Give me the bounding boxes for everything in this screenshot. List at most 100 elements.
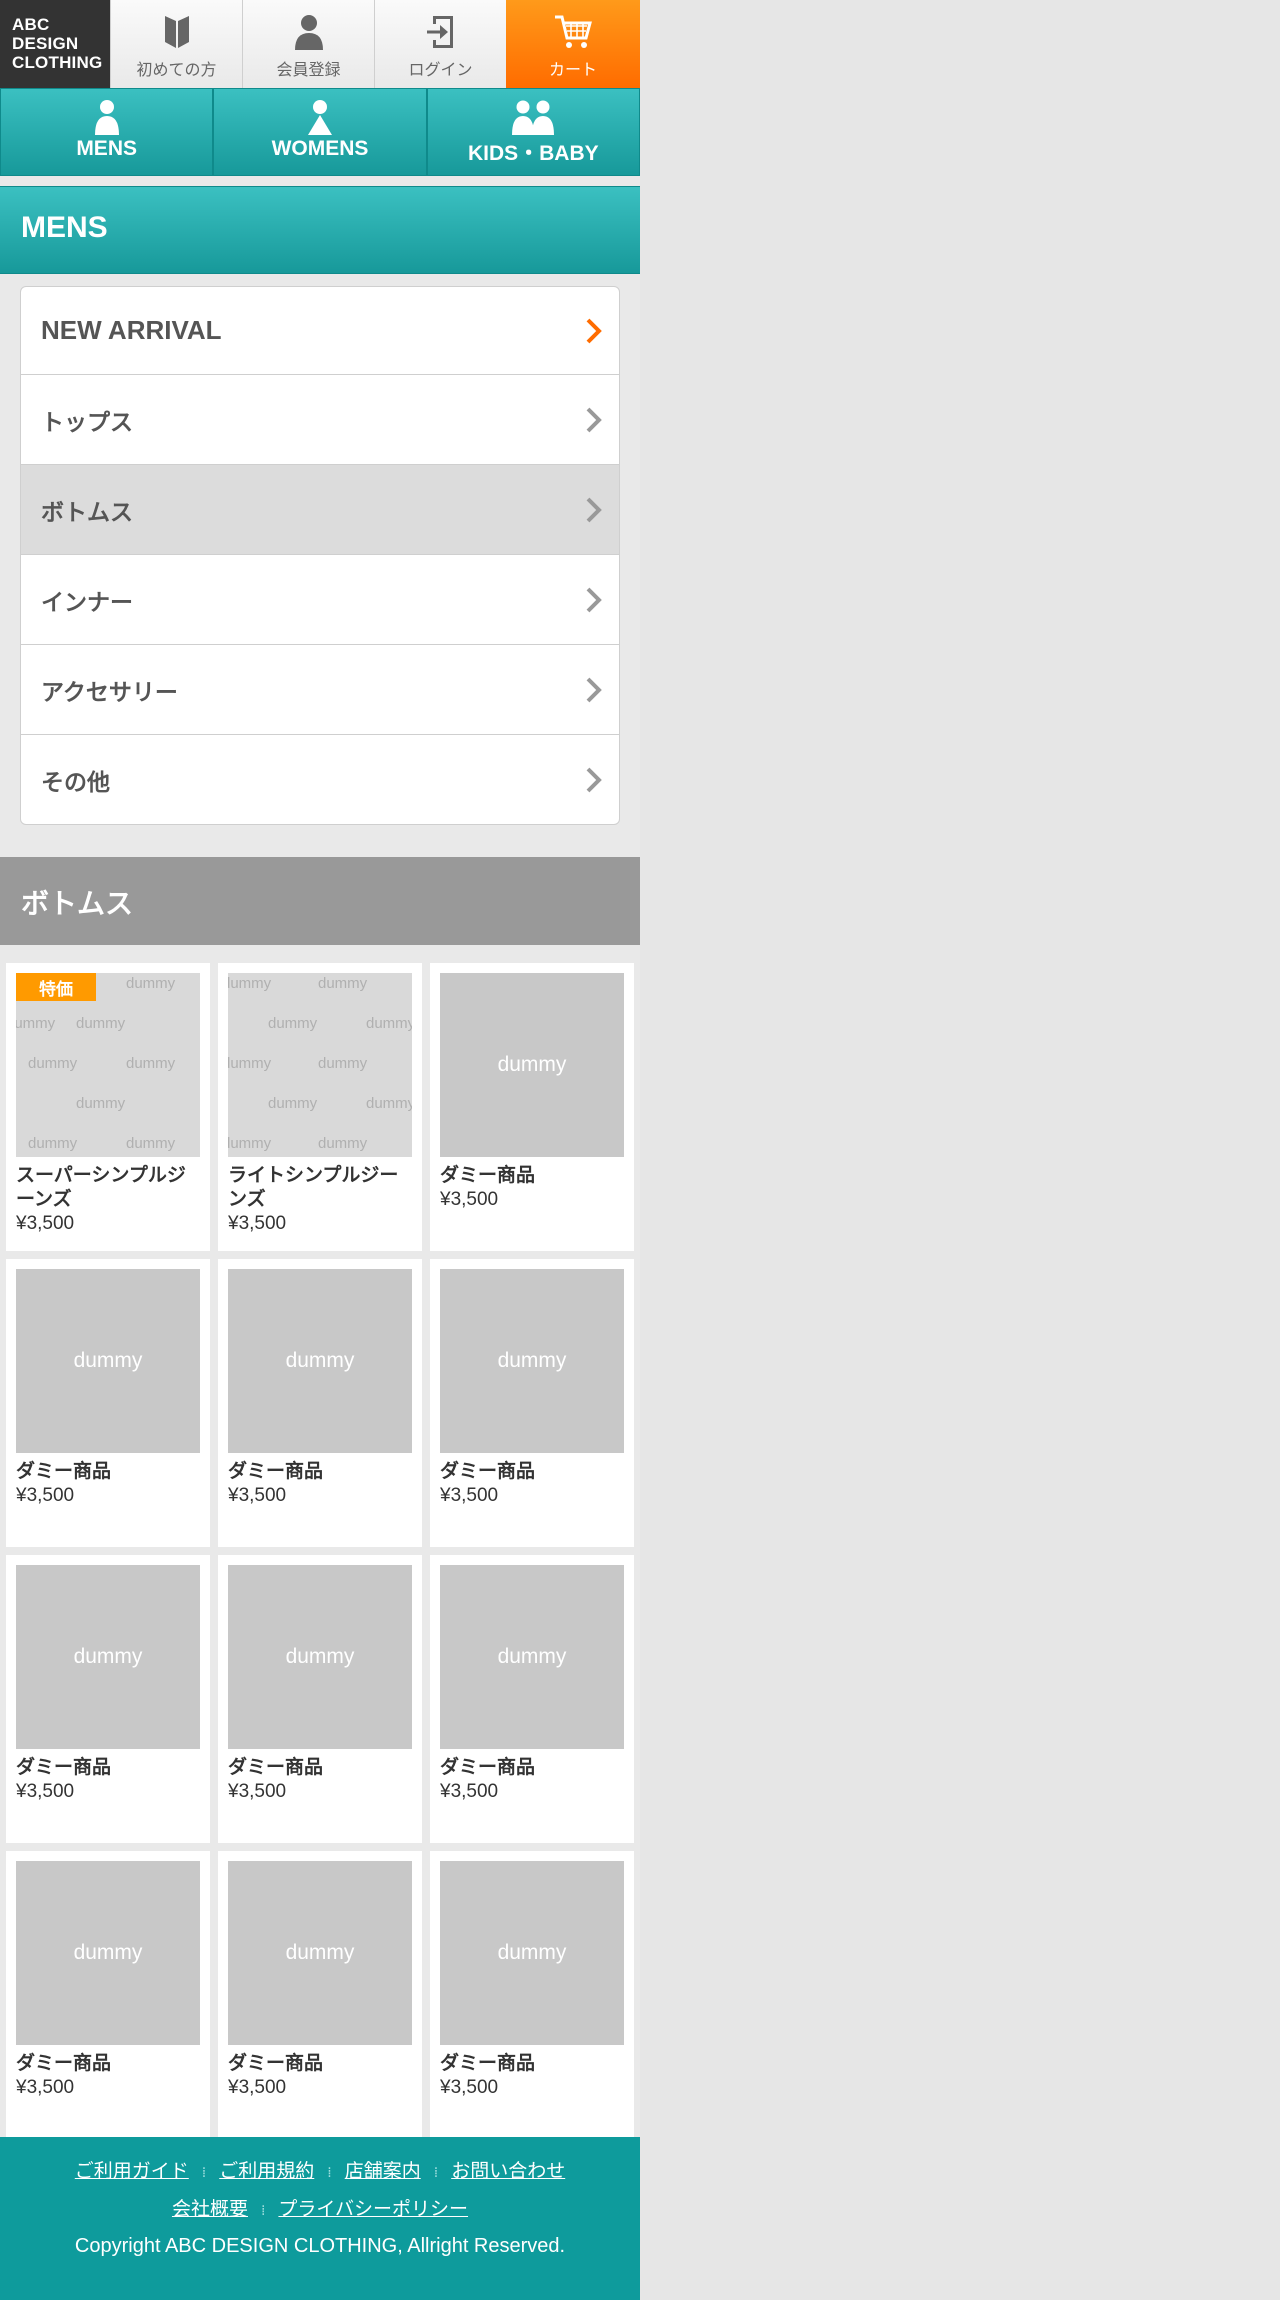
product-price: ¥3,500: [228, 1485, 287, 1506]
product-price: ¥3,500: [228, 1781, 287, 1802]
login-icon: [426, 16, 453, 48]
thumb-text: dummy: [268, 1095, 318, 1112]
thumb-text: dummy: [366, 1095, 412, 1112]
product-name: ダミー商品: [228, 2052, 324, 2074]
copyright: Copyright ABC DESIGN CLOTHING, Allright …: [74, 2235, 566, 2257]
product-price: ¥3,500: [440, 1485, 499, 1506]
product-price: ¥3,500: [16, 1781, 75, 1802]
product-card[interactable]: dummy ダミー商品 ¥3,500: [6, 1851, 210, 2139]
footer-link-terms[interactable]: ご利用規約: [219, 2160, 314, 2182]
cart-button[interactable]: カート: [506, 0, 640, 88]
register-button[interactable]: 会員登録: [242, 0, 374, 88]
cart-icon: [555, 15, 592, 48]
register-label: 会員登録: [276, 60, 341, 79]
product-price: ¥3,500: [16, 1213, 75, 1234]
chevron-right-icon: [586, 318, 602, 343]
product-image: dummy: [228, 1565, 412, 1749]
product-card[interactable]: dummy dummy dummy dummy dummy dummy dumm…: [6, 963, 210, 1251]
site-header: ABC DESIGN CLOTHING 初めての方 会員登録 ログイン カート: [0, 0, 640, 88]
thumb-text: dummy: [318, 1055, 368, 1072]
product-price: ¥3,500: [440, 2077, 499, 2098]
site-logo[interactable]: ABC DESIGN CLOTHING: [0, 0, 110, 88]
separator: ⁞: [201, 2165, 207, 2181]
thumb-text: dummy: [318, 975, 368, 992]
product-price: ¥3,500: [16, 1485, 75, 1506]
footer-links-row: ご利用ガイド ⁞ ご利用規約 ⁞ 店舗案内 ⁞ お問い合わせ: [0, 2153, 640, 2191]
product-image: dummy dummy dummy dummy dummy dummy dumm…: [228, 973, 412, 1157]
login-label: ログイン: [408, 60, 473, 79]
thumb-text: dummy: [28, 1055, 78, 1072]
menu-item-accessories[interactable]: アクセサリー: [21, 644, 619, 734]
product-card[interactable]: dummy ダミー商品 ¥3,500: [430, 1259, 634, 1547]
product-name: ダミー商品: [440, 2052, 536, 2074]
product-image: dummy: [228, 1861, 412, 2045]
product-image: dummy: [16, 1269, 200, 1453]
footer-link-privacy[interactable]: プライバシーポリシー: [278, 2198, 468, 2220]
product-name: ダミー商品: [16, 1460, 112, 1482]
product-card[interactable]: dummy ダミー商品 ¥3,500: [6, 1555, 210, 1843]
footer-link-stores[interactable]: 店舗案内: [345, 2160, 421, 2182]
footer-link-contact[interactable]: お問い合わせ: [451, 2160, 565, 2182]
product-price: ¥3,500: [440, 1189, 499, 1210]
first-time-label: 初めての方: [136, 60, 217, 79]
product-image: dummy: [228, 1269, 412, 1453]
cart-label: カート: [548, 60, 597, 79]
woman-icon: [307, 100, 332, 135]
thumb-text: dummy: [228, 1135, 272, 1152]
family-icon: [512, 100, 555, 135]
product-card[interactable]: dummy ダミー商品 ¥3,500: [6, 1259, 210, 1547]
thumb-text: dummy: [366, 1015, 412, 1032]
thumb-text: dummy: [228, 1055, 272, 1072]
product-card[interactable]: dummy dummy dummy dummy dummy dummy dumm…: [218, 963, 422, 1251]
section-title: MENS: [0, 186, 640, 274]
thumb-text: dummy: [126, 1055, 176, 1072]
product-name: ダミー商品: [16, 1756, 112, 1778]
tab-label: MENS: [76, 137, 137, 160]
menu-item-new-arrival[interactable]: NEW ARRIVAL: [21, 287, 619, 374]
product-card[interactable]: dummy ダミー商品 ¥3,500: [430, 963, 634, 1251]
chevron-right-icon: [586, 497, 602, 522]
chevron-right-icon: [586, 677, 602, 702]
thumb-text: dummy: [228, 975, 272, 992]
tab-womens[interactable]: WOMENS: [213, 88, 427, 176]
product-image: dummy: [440, 1269, 624, 1453]
product-name: ダミー商品: [228, 1460, 324, 1482]
product-card[interactable]: dummy ダミー商品 ¥3,500: [218, 1555, 422, 1843]
sale-badge: 特価: [16, 973, 96, 1001]
product-price: ¥3,500: [228, 2077, 287, 2098]
menu-item-other[interactable]: その他: [21, 734, 619, 824]
footer-link-guide[interactable]: ご利用ガイド: [75, 2160, 189, 2182]
product-price: ¥3,500: [228, 1213, 287, 1234]
menu-item-inner[interactable]: インナー: [21, 554, 619, 644]
chevron-right-icon: [586, 587, 602, 612]
menu-item-tops[interactable]: トップス: [21, 374, 619, 464]
login-button[interactable]: ログイン: [374, 0, 506, 88]
product-image: dummy: [440, 1861, 624, 2045]
product-name: スーパーシンプルジーンズ: [16, 1164, 186, 1210]
thumb-text: dummy: [268, 1015, 318, 1032]
thumb-text: dummy: [126, 1135, 176, 1152]
thumb-text: dummy: [16, 1015, 56, 1032]
product-name: ダミー商品: [228, 1756, 324, 1778]
tab-kids-baby[interactable]: KIDS・BABY: [426, 88, 640, 176]
product-image: dummy: [16, 1861, 200, 2045]
footer-link-company[interactable]: 会社概要: [172, 2198, 248, 2220]
menu-item-label: トップス: [41, 409, 133, 436]
product-card[interactable]: dummy ダミー商品 ¥3,500: [218, 1851, 422, 2139]
product-card[interactable]: dummy ダミー商品 ¥3,500: [218, 1259, 422, 1547]
product-price: ¥3,500: [440, 1781, 499, 1802]
menu-item-label: アクセサリー: [41, 679, 178, 706]
menu-item-label: ボトムス: [41, 499, 133, 526]
product-name: ダミー商品: [440, 1460, 536, 1482]
product-card[interactable]: dummy ダミー商品 ¥3,500: [430, 1851, 634, 2139]
product-image: dummy: [16, 1565, 200, 1749]
product-name: ライトシンプルジーンズ: [228, 1164, 399, 1210]
first-time-button[interactable]: 初めての方: [110, 0, 242, 88]
thumb-text: dummy: [76, 1015, 126, 1032]
product-image: dummy: [440, 973, 624, 1157]
product-card[interactable]: dummy ダミー商品 ¥3,500: [430, 1555, 634, 1843]
separator: ⁞: [433, 2165, 439, 2181]
menu-item-bottoms[interactable]: ボトムス: [21, 464, 619, 554]
tab-mens[interactable]: MENS: [0, 88, 214, 176]
chevron-right-icon: [586, 407, 602, 432]
